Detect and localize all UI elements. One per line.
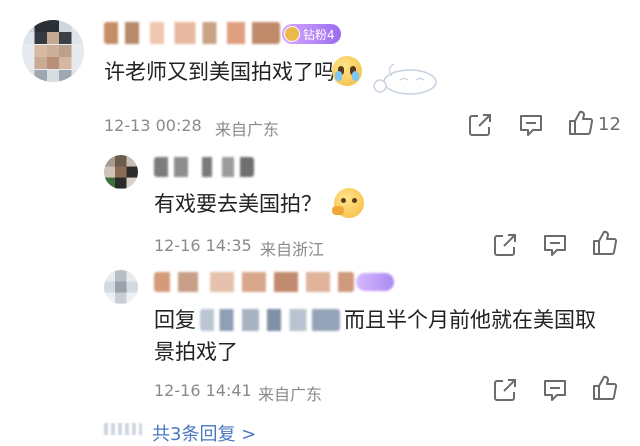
- thinking-face-emoji-icon: [332, 188, 364, 218]
- thumbs-up-icon[interactable]: [566, 108, 596, 138]
- share-icon[interactable]: [490, 230, 520, 260]
- comment-text: 有戏要去美国拍？: [154, 192, 322, 216]
- fan-badge[interactable]: 钻粉4: [282, 24, 341, 44]
- comment-date: 12-16 14:41: [154, 381, 252, 400]
- diamond-icon: [284, 26, 300, 42]
- thumbs-up-icon[interactable]: [590, 228, 620, 258]
- view-replies-link[interactable]: 共3条回复 >: [152, 420, 256, 446]
- username-obscured[interactable]: [154, 157, 254, 177]
- comment-location: 来自浙江: [260, 240, 325, 259]
- pixelated-avatar-image: [104, 155, 138, 189]
- like-count: 12: [598, 114, 621, 135]
- comment-icon[interactable]: [540, 230, 570, 260]
- comment-icon[interactable]: [516, 110, 546, 140]
- avatar[interactable]: [104, 270, 138, 304]
- thumbs-up-icon[interactable]: [590, 373, 620, 403]
- comment-date: 12-13 00:28: [104, 116, 202, 135]
- reply-prefix: 回复: [154, 308, 196, 332]
- reply-target-obscured[interactable]: [200, 309, 340, 331]
- comment-text: 而且半个月前他就在美国取: [344, 308, 596, 332]
- username-obscured[interactable]: [104, 22, 280, 44]
- comment-text: 许老师又到美国拍戏了吗: [104, 60, 335, 84]
- cartoon-sticker-icon: [370, 56, 440, 100]
- obscured-text: [104, 423, 142, 435]
- avatar[interactable]: [104, 155, 138, 189]
- fan-badge-label: 钻粉4: [303, 27, 335, 42]
- username-obscured[interactable]: [154, 272, 354, 292]
- avatar[interactable]: [22, 20, 84, 82]
- share-icon[interactable]: [490, 375, 520, 405]
- comment-location: 来自广东: [258, 385, 323, 404]
- pixelated-avatar-image: [104, 270, 138, 304]
- comment-date: 12-16 14:35: [154, 236, 252, 255]
- crying-face-emoji-icon: [332, 56, 362, 86]
- comment-location: 来自广东: [215, 120, 280, 139]
- comment-icon[interactable]: [540, 375, 570, 405]
- pixelated-avatar-image: [22, 20, 84, 82]
- comment-text-continued: 景拍戏了: [154, 340, 238, 364]
- share-icon[interactable]: [465, 110, 495, 140]
- fan-badge-obscured: [356, 273, 394, 291]
